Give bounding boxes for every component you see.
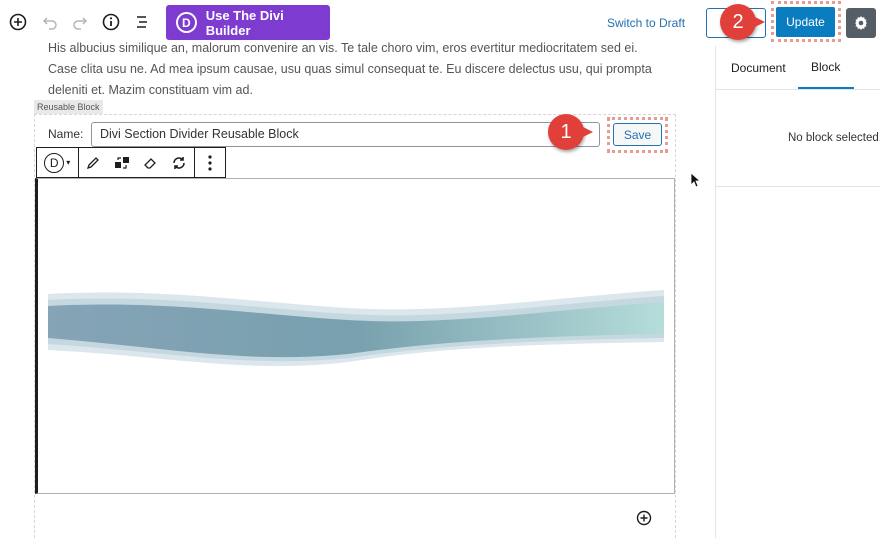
callout-2: 2 — [720, 4, 765, 40]
use-divi-builder-button[interactable]: D Use The Divi Builder — [166, 5, 330, 40]
paragraph-line: His albucius similique an, malorum conve… — [48, 41, 638, 55]
settings-sidebar: Document Block No block selected. — [715, 46, 880, 538]
undo-icon[interactable] — [38, 10, 62, 34]
save-button[interactable]: Save — [613, 123, 662, 146]
tab-document[interactable]: Document — [731, 46, 786, 90]
section-divider — [716, 186, 880, 187]
reusable-block-name-input[interactable]: Divi Section Divider Reusable Block — [91, 122, 600, 147]
update-button[interactable]: Update — [776, 7, 835, 37]
tab-block[interactable]: Block — [798, 46, 854, 90]
chevron-down-icon: ▾ — [66, 158, 71, 167]
tab-divider — [716, 89, 880, 90]
divi-button-label: Use The Divi Builder — [205, 7, 284, 38]
paragraph-line: Case clita usu ne. Ad mea ipsum causae, … — [48, 62, 652, 76]
paragraph-line: deleniti et. Mazim constituam vim ad. — [48, 83, 253, 97]
block-toolbar: D ▾ — [36, 147, 226, 178]
gear-icon[interactable] — [846, 8, 876, 38]
section-divider-wave — [48, 290, 664, 367]
reusable-block-label: Reusable Block — [34, 100, 103, 114]
info-icon[interactable] — [99, 10, 123, 34]
callout-1: 1 — [548, 114, 593, 150]
plus-circle-icon[interactable] — [6, 10, 30, 34]
divi-block-icon: D — [44, 152, 65, 173]
eraser-icon[interactable] — [136, 148, 164, 177]
add-block-icon[interactable] — [636, 510, 652, 526]
refresh-icon[interactable] — [164, 148, 196, 177]
divi-logo-icon: D — [176, 12, 197, 33]
switch-to-draft-link[interactable]: Switch to Draft — [607, 16, 685, 30]
convert-blocks-icon[interactable] — [108, 148, 136, 177]
more-options-icon[interactable] — [195, 148, 225, 177]
divi-block-switcher[interactable]: D ▾ — [37, 148, 79, 177]
redo-icon[interactable] — [68, 10, 92, 34]
name-label: Name: — [48, 127, 84, 141]
no-block-selected-text: No block selected. — [788, 132, 880, 144]
tab-block-label: Block — [811, 59, 841, 74]
pencil-icon[interactable] — [79, 148, 109, 177]
mouse-cursor-icon — [690, 172, 700, 188]
list-icon[interactable] — [130, 10, 154, 34]
